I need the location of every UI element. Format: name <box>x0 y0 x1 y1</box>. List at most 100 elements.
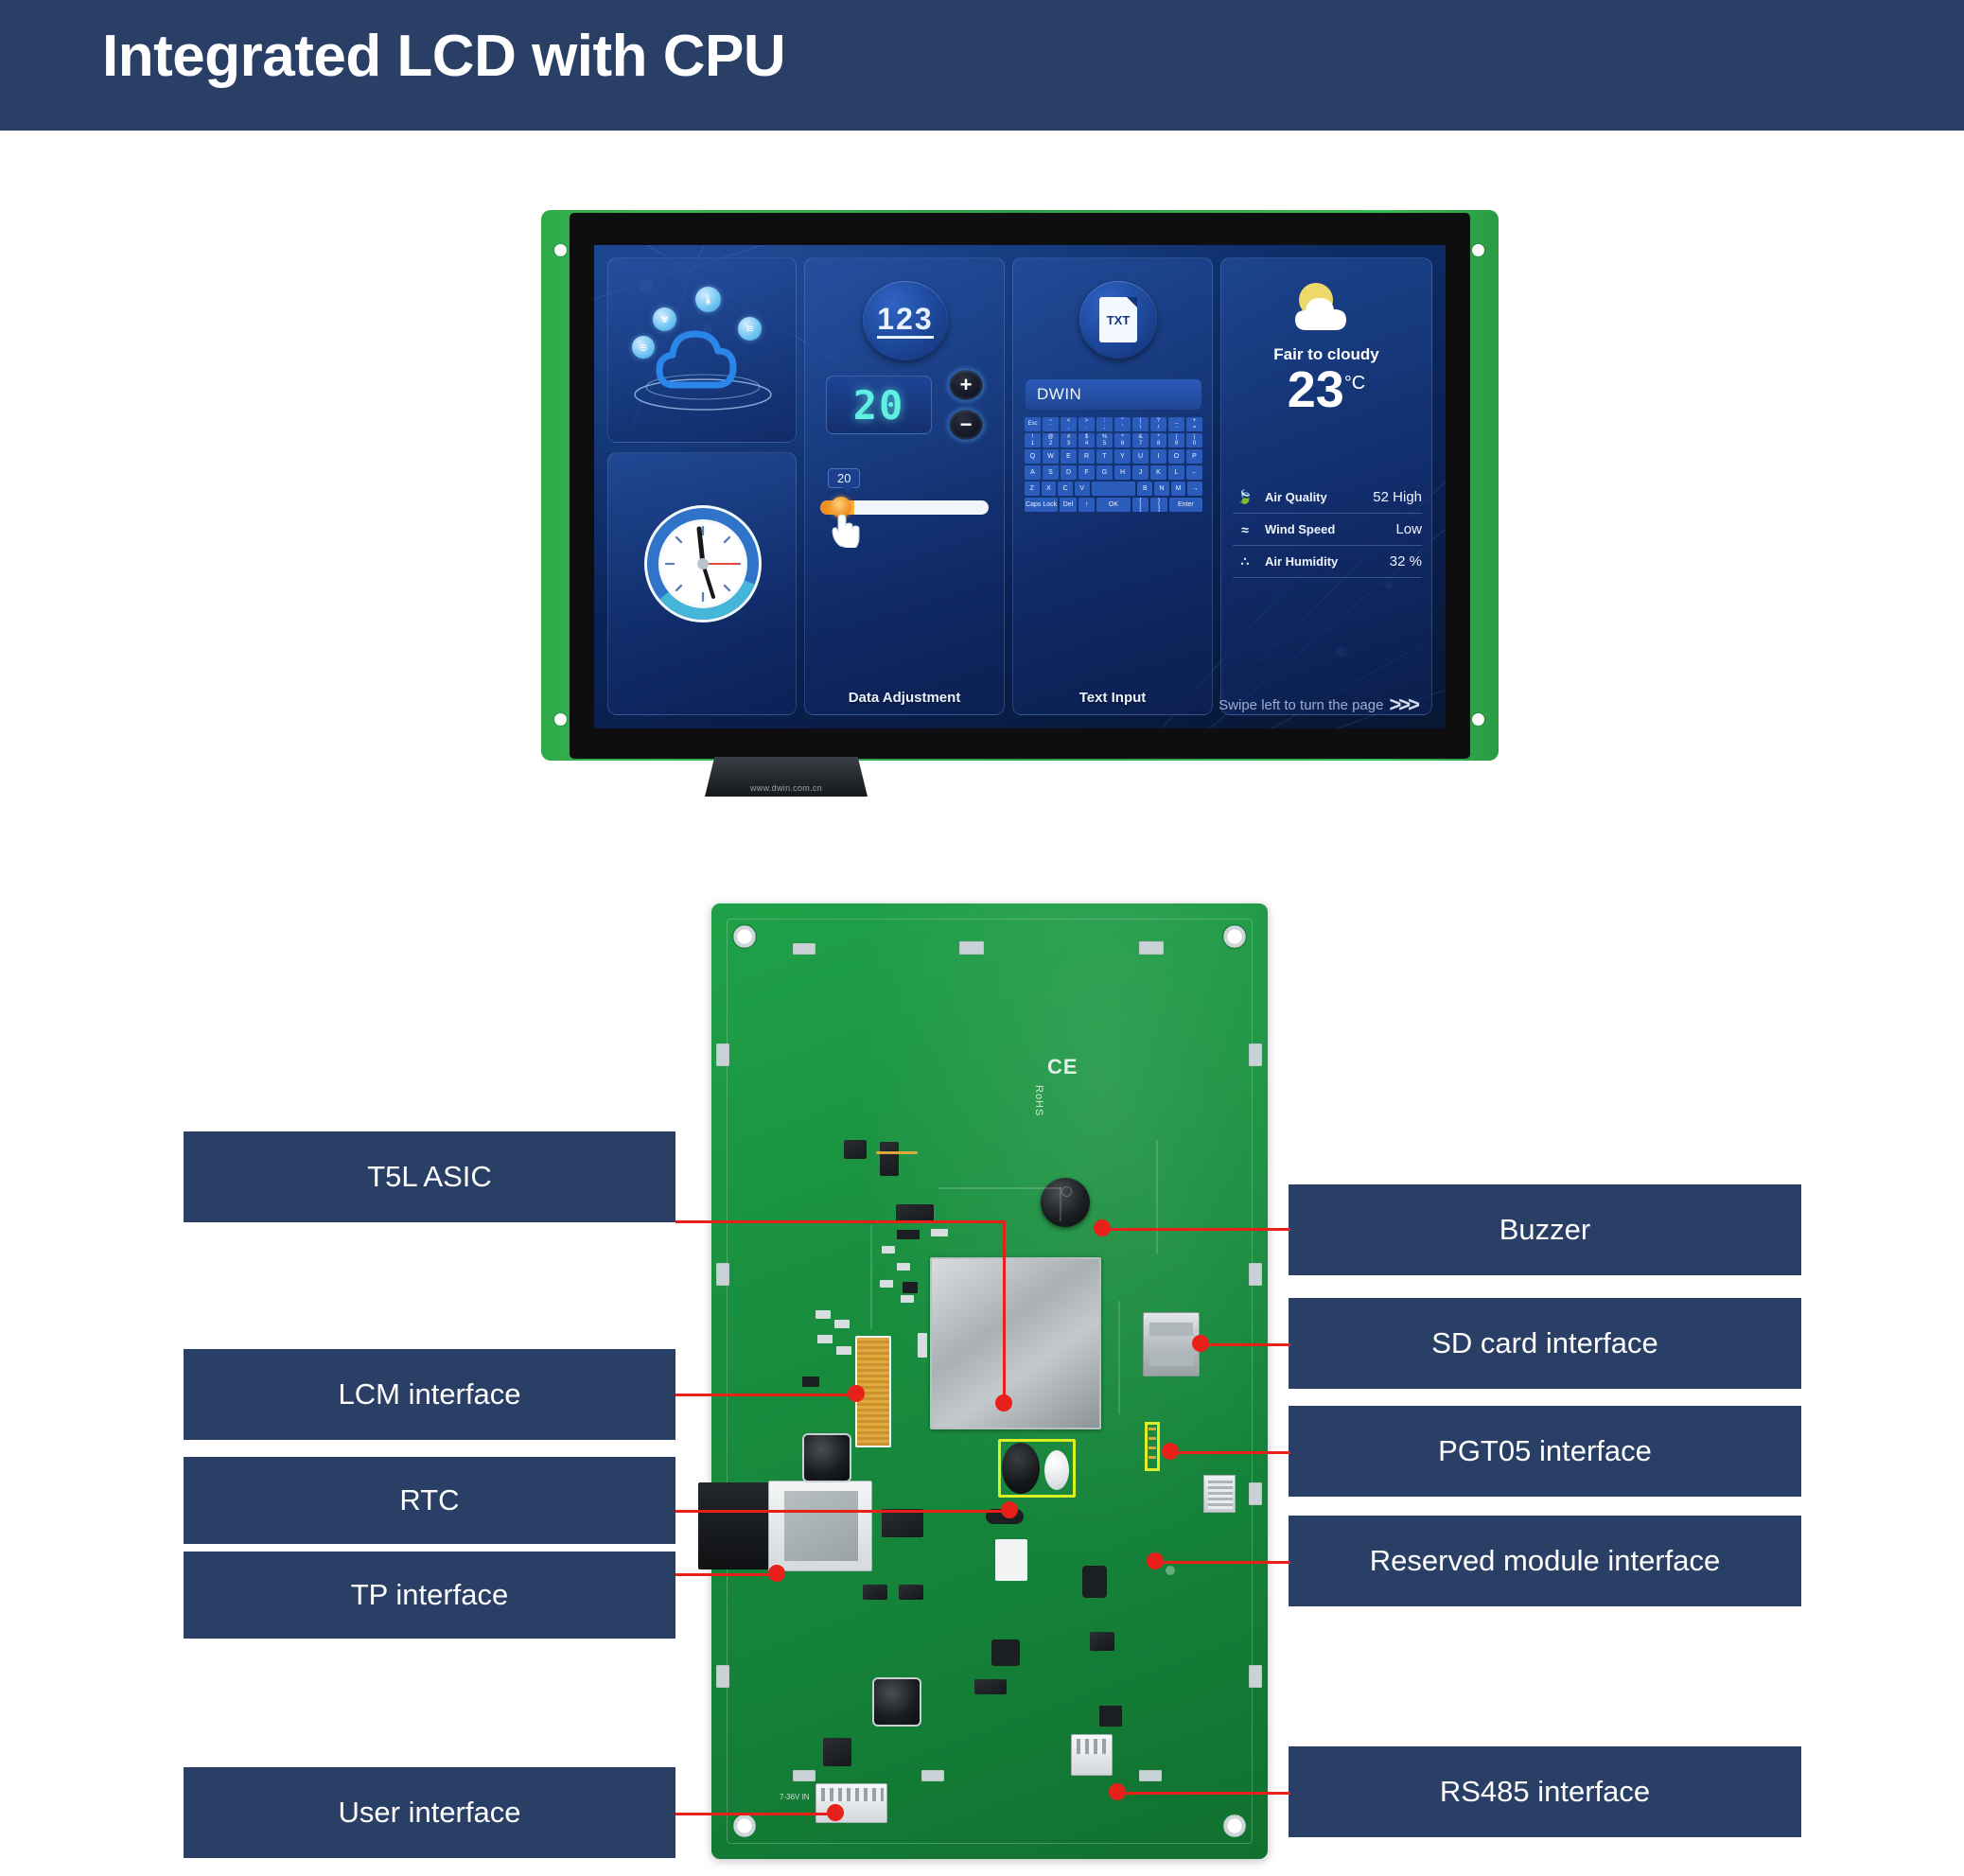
key-)-0[interactable]: ) 0 <box>1186 433 1202 447</box>
weather-tile[interactable]: Fair to cloudy 23°C 🍃 Air Quality 52 High ≈… <box>1220 257 1432 715</box>
key-q[interactable]: Q <box>1025 449 1041 464</box>
data-adjustment-label: Data Adjustment <box>848 690 961 706</box>
key-?-/[interactable]: ? / <box>1150 417 1166 431</box>
wifi-icon: ≋ <box>738 317 762 341</box>
callout-user-interface[interactable]: User interface <box>184 1767 675 1858</box>
text-input-tile[interactable]: TXT DWIN Esc ~ ` <, >.:; " ' | \? / _ - + =! 1 @2 #3 $4% 5… <box>1012 257 1213 715</box>
data-adjustment-tile[interactable]: 123 20 + − 20 Data Adjustment <box>804 257 1005 715</box>
callout-lcm-interface[interactable]: LCM interface <box>184 1349 675 1440</box>
lead-dot-pgt <box>1162 1443 1179 1460</box>
key-f[interactable]: F <box>1078 465 1095 480</box>
small-ic <box>880 1142 899 1176</box>
key-&-7[interactable]: & 7 <box>1132 433 1149 447</box>
small-ic <box>899 1585 923 1600</box>
key-+-=[interactable]: + = <box>1186 417 1202 431</box>
decrement-button[interactable]: − <box>949 410 983 440</box>
callout-reserved-module-interface[interactable]: Reserved module interface <box>1289 1516 1801 1606</box>
key-~-`[interactable]: ~ ` <box>1043 417 1059 431</box>
key-space[interactable] <box>1091 482 1136 496</box>
clock-tile[interactable] <box>607 452 797 715</box>
edge-pad <box>716 1043 729 1066</box>
key-a[interactable]: A <box>1025 465 1041 480</box>
key-l[interactable]: L <box>1168 465 1184 480</box>
key-%-5[interactable]: % 5 <box>1096 433 1113 447</box>
key-y[interactable]: Y <box>1114 449 1131 464</box>
lead-line-buzzer <box>1101 1228 1290 1231</box>
key-(-9[interactable]: (9 <box>1168 433 1184 447</box>
increment-button[interactable]: + <box>949 370 983 400</box>
keyboard-row: Caps Lock Del ↑ OK{[}] Enter <box>1025 498 1202 512</box>
key-esc[interactable]: Esc <box>1025 417 1041 431</box>
callout-rs485-interface[interactable]: RS485 interface <box>1289 1746 1801 1837</box>
key-c[interactable]: C <box>1058 482 1073 496</box>
key-m[interactable]: M <box>1170 482 1186 496</box>
key-h[interactable]: H <box>1114 465 1131 480</box>
callout-tp-interface[interactable]: TP interface <box>184 1552 675 1639</box>
key-p[interactable]: P <box>1186 449 1202 464</box>
key-^-6[interactable]: ^ 6 <box>1114 433 1131 447</box>
key-"-'[interactable]: " ' <box>1114 417 1131 431</box>
key-u[interactable]: U <box>1132 449 1149 464</box>
key-k[interactable]: K <box>1150 465 1166 480</box>
key-@-2[interactable]: @2 <box>1043 433 1059 447</box>
smd-part <box>903 1282 918 1293</box>
callout-buzzer[interactable]: Buzzer <box>1289 1184 1801 1275</box>
key-|-\[interactable]: | \ <box>1132 417 1149 431</box>
key-←[interactable]: ← <box>1186 465 1202 480</box>
key-n[interactable]: N <box>1154 482 1169 496</box>
key-t[interactable]: T <box>1096 449 1113 464</box>
key-o[interactable]: O <box>1168 449 1184 464</box>
weather-metrics-list: 🍃 Air Quality 52 High ≈ Wind Speed Low ∴ Air Hu… <box>1233 482 1422 578</box>
iot-cloud-tile[interactable]: 🌡 ✾ ≋ ⊕ <box>607 257 797 443</box>
key-del[interactable]: Del <box>1060 498 1077 512</box>
callout-pgt05-interface[interactable]: PGT05 interface <box>1289 1406 1801 1497</box>
page-title: Integrated LCD with CPU <box>102 24 786 89</box>
key-z[interactable]: Z <box>1025 482 1040 496</box>
key->-.[interactable]: >. <box>1078 417 1095 431</box>
weather-metric-row: 🍃 Air Quality 52 High <box>1233 482 1422 514</box>
globe-icon: ⊕ <box>632 336 655 359</box>
key-r[interactable]: R <box>1078 449 1095 464</box>
callout-sd-card-interface[interactable]: SD card interface <box>1289 1298 1801 1389</box>
key-j[interactable]: J <box>1132 465 1149 480</box>
callout-label: Buzzer <box>1499 1213 1591 1246</box>
key-g[interactable]: G <box>1096 465 1113 480</box>
numeric-keypad-button[interactable]: 123 <box>863 281 948 360</box>
white-connector <box>995 1539 1027 1581</box>
key-i[interactable]: I <box>1150 449 1166 464</box>
smd-part <box>901 1295 914 1303</box>
key-$-4[interactable]: $4 <box>1078 433 1095 447</box>
key-_--[interactable]: _ - <box>1168 417 1184 431</box>
text-input-field[interactable]: DWIN <box>1026 379 1201 410</box>
key-v[interactable]: V <box>1074 482 1090 496</box>
txt-file-button[interactable]: TXT <box>1079 281 1157 359</box>
key-:-;[interactable]: :; <box>1096 417 1113 431</box>
key-{-[[interactable]: {[ <box>1131 498 1149 512</box>
key-b[interactable]: B <box>1137 482 1153 496</box>
key-w[interactable]: W <box>1043 449 1059 464</box>
key-#-3[interactable]: #3 <box>1061 433 1077 447</box>
key-caps-lock[interactable]: Caps Lock <box>1025 498 1059 512</box>
fan-icon: ✾ <box>653 307 676 331</box>
key-*-8[interactable]: * 8 <box>1150 433 1166 447</box>
key-d[interactable]: D <box>1061 465 1077 480</box>
key-<-,[interactable]: <, <box>1061 417 1077 431</box>
lead-line-res <box>1154 1561 1290 1564</box>
key-}-][interactable]: }] <box>1150 498 1167 512</box>
key-e[interactable]: E <box>1061 449 1077 464</box>
lcd-module: 🌡 ✾ ≋ ⊕ 123 20 + − 20 Data Adjustment TX… <box>541 210 1499 778</box>
key-s[interactable]: S <box>1043 465 1059 480</box>
callout-t5l-asic[interactable]: T5L ASIC <box>184 1131 675 1222</box>
lead-line-t5l <box>675 1220 1005 1223</box>
key-ok[interactable]: OK <box>1096 498 1131 512</box>
key-↑[interactable]: ↑ <box>1078 498 1096 512</box>
key-→[interactable]: → <box>1187 482 1203 496</box>
via <box>1166 1566 1175 1575</box>
edge-pad <box>1249 1482 1262 1505</box>
frame-hole <box>1472 244 1484 256</box>
key-x[interactable]: X <box>1041 482 1057 496</box>
callout-rtc[interactable]: RTC <box>184 1457 675 1544</box>
key-!-1[interactable]: ! 1 <box>1025 433 1041 447</box>
on-screen-keyboard[interactable]: Esc ~ ` <, >.:; " ' | \? / _ - + = ! 1 @2 #3 $4% 5 ^ 6 & 7 * 8(9)… <box>1025 417 1203 514</box>
key-enter[interactable]: Enter <box>1168 498 1202 512</box>
